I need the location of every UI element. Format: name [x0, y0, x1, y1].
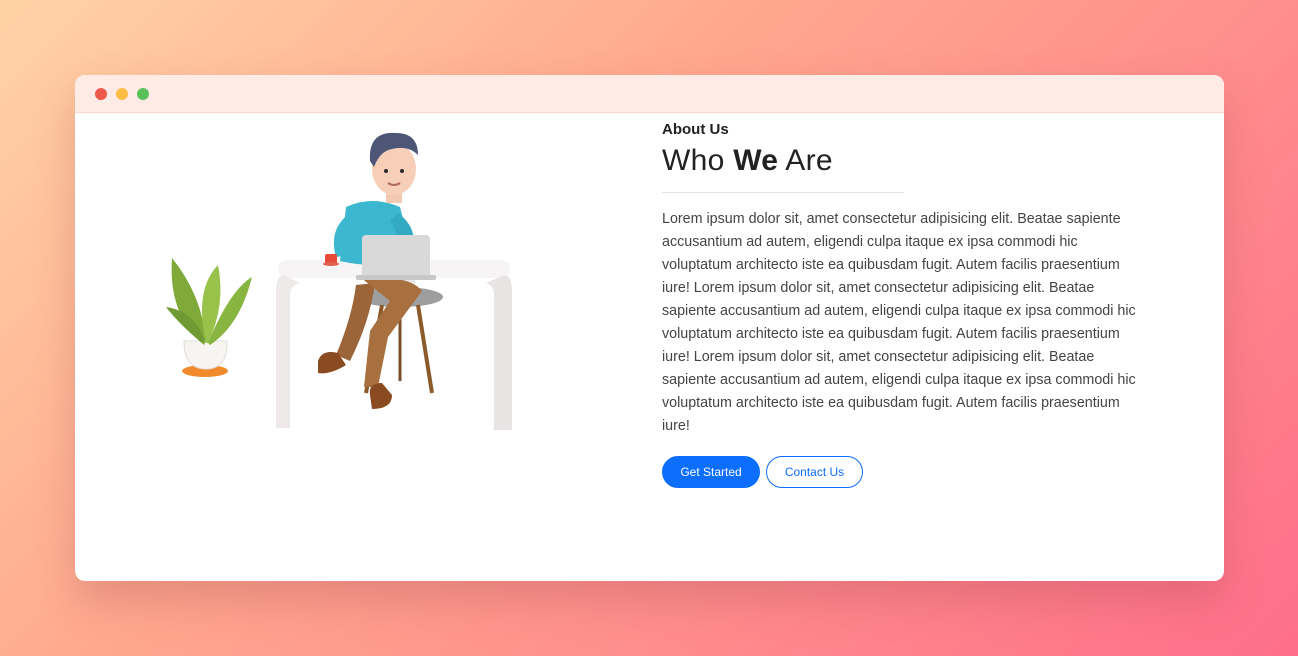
about-section: About Us Who We Are Lorem ipsum dolor si… — [662, 121, 1142, 488]
action-buttons: Get Started Contact Us — [662, 456, 1142, 488]
potted-plant-icon — [166, 258, 252, 377]
laptop-icon — [356, 235, 436, 280]
close-window-icon[interactable] — [95, 87, 107, 100]
minimize-window-icon[interactable] — [116, 87, 128, 100]
browser-window: About Us Who We Are Lorem ipsum dolor si… — [75, 75, 1224, 581]
maximize-window-icon[interactable] — [137, 87, 149, 100]
page-title: Who We Are — [662, 144, 1142, 178]
coffee-mug-icon — [323, 254, 339, 266]
window-titlebar — [75, 75, 1224, 113]
get-started-button[interactable]: Get Started — [662, 456, 760, 488]
title-part-2: Are — [778, 144, 833, 177]
title-emphasis: We — [733, 144, 779, 177]
person-at-desk-illustration — [160, 125, 520, 495]
divider — [662, 192, 904, 193]
section-eyebrow: About Us — [662, 121, 729, 138]
title-part-1: Who — [662, 144, 734, 177]
contact-us-button[interactable]: Contact Us — [766, 456, 863, 488]
about-body-text: Lorem ipsum dolor sit, amet consectetur … — [662, 211, 1136, 434]
